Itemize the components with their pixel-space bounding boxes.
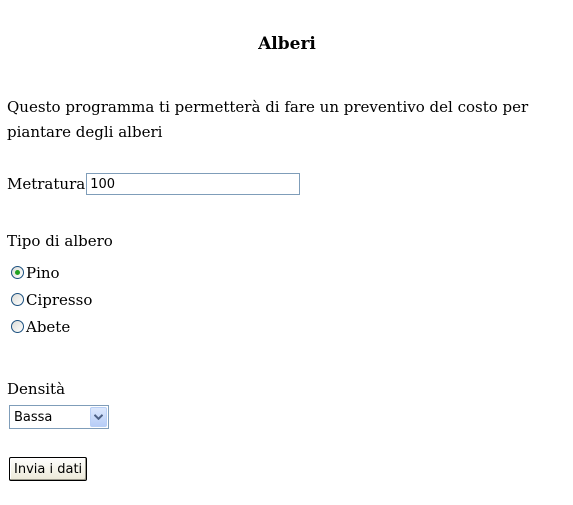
chevron-down-icon[interactable] bbox=[90, 407, 107, 427]
radio-label-cipresso: Cipresso bbox=[26, 290, 93, 309]
radio-button-pino[interactable] bbox=[11, 266, 24, 279]
radio-option-cipresso[interactable]: Cipresso bbox=[11, 286, 92, 313]
tipo-albero-radio-group: Pino Cipresso Abete bbox=[11, 259, 92, 340]
radio-button-cipresso[interactable] bbox=[11, 293, 24, 306]
radio-button-abete[interactable] bbox=[11, 320, 24, 333]
metratura-row: Metratura bbox=[7, 173, 301, 195]
densita-select[interactable]: Bassa bbox=[9, 405, 109, 429]
radio-option-abete[interactable]: Abete bbox=[11, 313, 92, 340]
intro-text: Questo programma ti permetterà di fare u… bbox=[7, 98, 529, 141]
metratura-label: Metratura bbox=[7, 175, 86, 193]
radio-label-abete: Abete bbox=[26, 317, 71, 336]
radio-option-pino[interactable]: Pino bbox=[11, 259, 92, 286]
radio-label-pino: Pino bbox=[26, 263, 60, 282]
submit-button[interactable]: Invia i dati bbox=[9, 457, 88, 481]
densita-label: Densità bbox=[7, 380, 66, 398]
densita-selected-value: Bassa bbox=[14, 409, 53, 425]
metratura-input[interactable] bbox=[86, 173, 301, 195]
tipo-albero-label: Tipo di albero bbox=[7, 232, 113, 250]
page-title: Alberi bbox=[258, 34, 316, 54]
